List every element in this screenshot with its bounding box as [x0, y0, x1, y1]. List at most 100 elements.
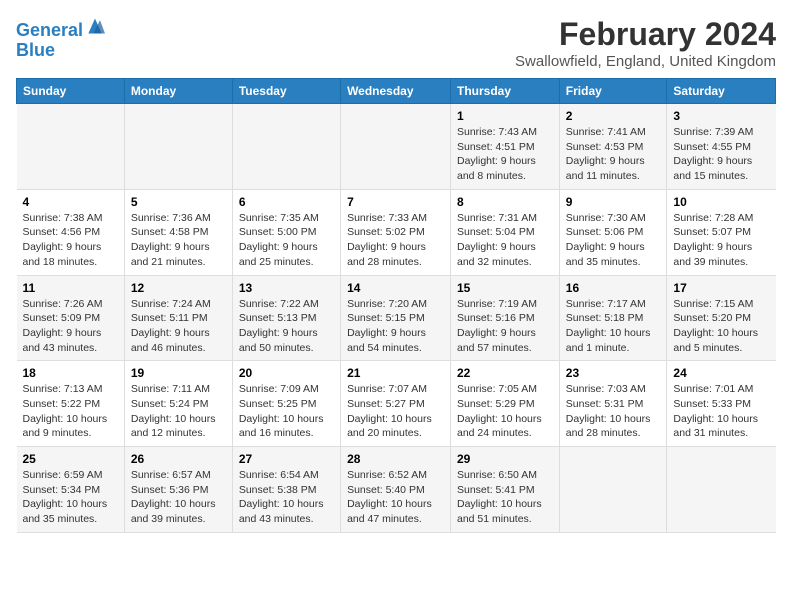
calendar-cell: 3 Sunrise: 7:39 AMSunset: 4:55 PMDaylight…	[667, 104, 776, 190]
day-number: 15	[457, 281, 553, 295]
day-number: 29	[457, 452, 553, 466]
calendar-cell: 7 Sunrise: 7:33 AMSunset: 5:02 PMDaylight…	[341, 189, 451, 275]
col-header-wednesday: Wednesday	[341, 79, 451, 104]
logo-icon	[85, 16, 105, 36]
day-number: 1	[457, 109, 553, 123]
day-number: 19	[131, 366, 226, 380]
col-header-thursday: Thursday	[451, 79, 560, 104]
day-number: 9	[566, 195, 661, 209]
calendar-cell: 21 Sunrise: 7:07 AMSunset: 5:27 PMDayligh…	[341, 361, 451, 447]
calendar-cell: 5 Sunrise: 7:36 AMSunset: 4:58 PMDaylight…	[124, 189, 232, 275]
calendar-cell: 8 Sunrise: 7:31 AMSunset: 5:04 PMDaylight…	[451, 189, 560, 275]
day-number: 24	[673, 366, 769, 380]
day-info: Sunrise: 7:31 AMSunset: 5:04 PMDaylight:…	[457, 211, 553, 270]
day-info: Sunrise: 7:33 AMSunset: 5:02 PMDaylight:…	[347, 211, 444, 270]
calendar-cell: 11 Sunrise: 7:26 AMSunset: 5:09 PMDayligh…	[17, 275, 125, 361]
calendar-cell: 4Sunrise: 7:38 AMSunset: 4:56 PMDaylight…	[17, 189, 125, 275]
day-number: 8	[457, 195, 553, 209]
location: Swallowfield, England, United Kingdom	[515, 53, 776, 70]
day-number: 22	[457, 366, 553, 380]
calendar-cell: 6 Sunrise: 7:35 AMSunset: 5:00 PMDaylight…	[232, 189, 340, 275]
day-info: Sunrise: 6:52 AMSunset: 5:40 PMDaylight:…	[347, 468, 444, 527]
day-info: Sunrise: 7:20 AMSunset: 5:15 PMDaylight:…	[347, 297, 444, 356]
day-number: 2	[566, 109, 661, 123]
calendar-cell: 29 Sunrise: 6:50 AMSunset: 5:41 PMDayligh…	[451, 447, 560, 533]
week-row-5: 25Sunrise: 6:59 AMSunset: 5:34 PMDayligh…	[17, 447, 776, 533]
calendar-cell: 16 Sunrise: 7:17 AMSunset: 5:18 PMDayligh…	[559, 275, 667, 361]
calendar-cell: 26Sunrise: 6:57 AMSunset: 5:36 PMDayligh…	[124, 447, 232, 533]
month-title: February 2024	[515, 16, 776, 53]
day-info: Sunrise: 7:01 AMSunset: 5:33 PMDaylight:…	[673, 382, 769, 441]
day-info: Sunrise: 7:39 AMSunset: 4:55 PMDaylight:…	[673, 125, 769, 184]
day-info: Sunrise: 7:05 AMSunset: 5:29 PMDaylight:…	[457, 382, 553, 441]
day-number: 23	[566, 366, 661, 380]
day-info: Sunrise: 6:50 AMSunset: 5:41 PMDaylight:…	[457, 468, 553, 527]
calendar-cell: 9 Sunrise: 7:30 AMSunset: 5:06 PMDaylight…	[559, 189, 667, 275]
day-info: Sunrise: 6:54 AMSunset: 5:38 PMDaylight:…	[239, 468, 334, 527]
calendar-table: SundayMondayTuesdayWednesdayThursdayFrid…	[16, 78, 776, 533]
day-number: 3	[673, 109, 769, 123]
calendar-cell: 1Sunrise: 7:43 AMSunset: 4:51 PMDaylight…	[451, 104, 560, 190]
col-header-sunday: Sunday	[17, 79, 125, 104]
title-block: February 2024 Swallowfield, England, Uni…	[515, 16, 776, 70]
col-header-monday: Monday	[124, 79, 232, 104]
calendar-cell: 15 Sunrise: 7:19 AMSunset: 5:16 PMDayligh…	[451, 275, 560, 361]
col-header-tuesday: Tuesday	[232, 79, 340, 104]
day-info: Sunrise: 7:28 AMSunset: 5:07 PMDaylight:…	[673, 211, 769, 270]
day-info: Sunrise: 7:30 AMSunset: 5:06 PMDaylight:…	[566, 211, 661, 270]
day-number: 28	[347, 452, 444, 466]
day-number: 18	[23, 366, 118, 380]
day-number: 6	[239, 195, 334, 209]
day-number: 7	[347, 195, 444, 209]
day-number: 21	[347, 366, 444, 380]
day-info: Sunrise: 7:13 AMSunset: 5:22 PMDaylight:…	[23, 382, 118, 441]
week-row-1: 1Sunrise: 7:43 AMSunset: 4:51 PMDaylight…	[17, 104, 776, 190]
day-info: Sunrise: 7:07 AMSunset: 5:27 PMDaylight:…	[347, 382, 444, 441]
day-number: 12	[131, 281, 226, 295]
day-number: 26	[131, 452, 226, 466]
page-header: General Blue February 2024 Swallowfield,…	[16, 16, 776, 70]
day-info: Sunrise: 7:24 AMSunset: 5:11 PMDaylight:…	[131, 297, 226, 356]
day-number: 11	[23, 281, 118, 295]
calendar-cell: 13Sunrise: 7:22 AMSunset: 5:13 PMDayligh…	[232, 275, 340, 361]
day-info: Sunrise: 7:19 AMSunset: 5:16 PMDaylight:…	[457, 297, 553, 356]
header-row: SundayMondayTuesdayWednesdayThursdayFrid…	[17, 79, 776, 104]
day-number: 20	[239, 366, 334, 380]
calendar-cell: 23Sunrise: 7:03 AMSunset: 5:31 PMDayligh…	[559, 361, 667, 447]
calendar-cell: 27 Sunrise: 6:54 AMSunset: 5:38 PMDayligh…	[232, 447, 340, 533]
calendar-cell	[124, 104, 232, 190]
calendar-cell	[341, 104, 451, 190]
calendar-cell: 12 Sunrise: 7:24 AMSunset: 5:11 PMDayligh…	[124, 275, 232, 361]
calendar-cell	[232, 104, 340, 190]
day-info: Sunrise: 7:26 AMSunset: 5:09 PMDaylight:…	[23, 297, 118, 356]
day-number: 13	[239, 281, 334, 295]
calendar-cell: 28 Sunrise: 6:52 AMSunset: 5:40 PMDayligh…	[341, 447, 451, 533]
calendar-cell: 18 Sunrise: 7:13 AMSunset: 5:22 PMDayligh…	[17, 361, 125, 447]
calendar-cell: 17 Sunrise: 7:15 AMSunset: 5:20 PMDayligh…	[667, 275, 776, 361]
day-info: Sunrise: 7:38 AMSunset: 4:56 PMDaylight:…	[23, 211, 118, 270]
logo-blue: Blue	[16, 40, 55, 60]
day-number: 10	[673, 195, 769, 209]
day-info: Sunrise: 6:59 AMSunset: 5:34 PMDaylight:…	[23, 468, 118, 527]
week-row-3: 11 Sunrise: 7:26 AMSunset: 5:09 PMDayligh…	[17, 275, 776, 361]
day-number: 5	[131, 195, 226, 209]
calendar-cell	[559, 447, 667, 533]
day-number: 27	[239, 452, 334, 466]
week-row-4: 18 Sunrise: 7:13 AMSunset: 5:22 PMDayligh…	[17, 361, 776, 447]
calendar-cell: 19Sunrise: 7:11 AMSunset: 5:24 PMDayligh…	[124, 361, 232, 447]
calendar-cell: 22 Sunrise: 7:05 AMSunset: 5:29 PMDayligh…	[451, 361, 560, 447]
day-info: Sunrise: 7:15 AMSunset: 5:20 PMDaylight:…	[673, 297, 769, 356]
calendar-cell	[17, 104, 125, 190]
day-info: Sunrise: 7:41 AMSunset: 4:53 PMDaylight:…	[566, 125, 661, 184]
calendar-cell: 24 Sunrise: 7:01 AMSunset: 5:33 PMDayligh…	[667, 361, 776, 447]
calendar-cell: 10 Sunrise: 7:28 AMSunset: 5:07 PMDayligh…	[667, 189, 776, 275]
day-number: 16	[566, 281, 661, 295]
calendar-cell	[667, 447, 776, 533]
day-info: Sunrise: 7:17 AMSunset: 5:18 PMDaylight:…	[566, 297, 661, 356]
col-header-saturday: Saturday	[667, 79, 776, 104]
day-info: Sunrise: 7:09 AMSunset: 5:25 PMDaylight:…	[239, 382, 334, 441]
day-info: Sunrise: 7:36 AMSunset: 4:58 PMDaylight:…	[131, 211, 226, 270]
day-number: 17	[673, 281, 769, 295]
day-number: 14	[347, 281, 444, 295]
day-info: Sunrise: 7:35 AMSunset: 5:00 PMDaylight:…	[239, 211, 334, 270]
